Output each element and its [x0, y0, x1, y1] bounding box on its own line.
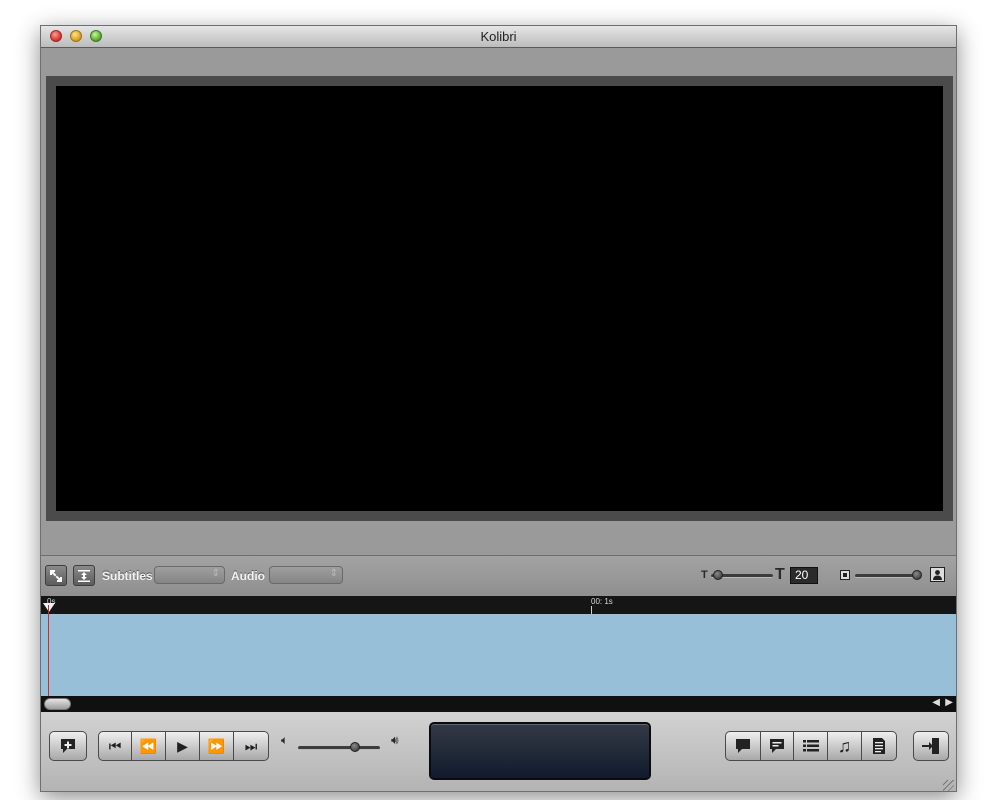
document-icon	[873, 738, 885, 754]
play-icon: ▶	[177, 738, 188, 754]
app-window: Kolibri Subtitles Audio T T 20	[40, 25, 957, 792]
font-size-field[interactable]: 20	[790, 567, 818, 584]
font-size-slider-knob[interactable]	[713, 570, 723, 580]
vertical-fit-icon	[78, 570, 90, 582]
font-small-icon: T	[701, 569, 708, 581]
fit-height-button[interactable]	[73, 565, 95, 586]
speech-bubble-button[interactable]	[725, 731, 761, 761]
audio-label: Audio	[231, 569, 265, 583]
font-large-icon: T	[775, 566, 785, 583]
play-button[interactable]: ▶	[165, 731, 200, 761]
export-button[interactable]	[913, 731, 949, 761]
playback-controls: ⏮ ⏪ ▶ ⏩ ⏭ 🔈︎ 🔊︎ ♫	[41, 712, 956, 791]
fullscreen-button[interactable]	[45, 565, 67, 586]
subtitles-select[interactable]	[154, 566, 225, 584]
timeline-marker-label: 00: 1s	[591, 597, 613, 606]
list-button[interactable]	[793, 731, 828, 761]
fast-forward-button[interactable]: ⏩	[199, 731, 234, 761]
document-button[interactable]	[861, 731, 897, 761]
zoom-slider-knob[interactable]	[912, 570, 922, 580]
playhead-handle[interactable]	[43, 603, 55, 612]
skip-forward-icon: ⏭	[244, 738, 258, 754]
skip-forward-button[interactable]: ⏭	[233, 731, 269, 761]
list-icon	[802, 740, 819, 752]
scroll-right-arrow-icon[interactable]: ▶	[945, 697, 953, 708]
audio-select[interactable]	[269, 566, 343, 584]
subtitles-label: Subtitles	[102, 569, 153, 583]
add-subtitle-button[interactable]	[49, 731, 87, 761]
title-bar[interactable]: Kolibri	[41, 26, 956, 48]
resize-grip[interactable]	[943, 780, 954, 791]
skip-back-icon: ⏮	[108, 738, 122, 754]
skip-back-button[interactable]: ⏮	[98, 731, 132, 761]
video-preview[interactable]	[56, 86, 943, 511]
timeline-tick	[591, 606, 592, 614]
fast-forward-icon: ⏩	[207, 738, 226, 754]
large-picture-icon	[930, 567, 945, 582]
volume-slider[interactable]	[298, 746, 380, 750]
playhead-line	[48, 605, 49, 696]
music-note-icon: ♫	[837, 736, 852, 756]
scroll-left-arrow-icon[interactable]: ◀	[932, 697, 940, 708]
rewind-icon: ⏪	[139, 738, 158, 754]
window-title: Kolibri	[480, 29, 517, 44]
speech-bubble-icon	[736, 739, 750, 753]
rewind-button[interactable]: ⏪	[131, 731, 166, 761]
subtitle-toolbar: Subtitles Audio T T 20	[41, 555, 956, 596]
timeline-scroll-thumb[interactable]	[44, 698, 71, 710]
music-button[interactable]: ♫	[827, 731, 862, 761]
volume-slider-knob[interactable]	[350, 742, 360, 752]
small-picture-icon	[840, 570, 850, 580]
video-frame	[46, 76, 953, 521]
expand-icon	[50, 570, 62, 582]
timeline-scrollbar[interactable]: ◀ ▶	[41, 696, 956, 712]
add-subtitle-icon	[61, 739, 75, 753]
subtitle-track[interactable]	[41, 614, 956, 696]
timeline-ruler[interactable]: 0s 00: 1s	[41, 596, 956, 614]
export-icon	[922, 738, 939, 754]
volume-low-icon: 🔈︎	[281, 733, 289, 747]
caption-bubble-icon	[770, 739, 784, 753]
timecode-display	[429, 722, 651, 780]
volume-high-icon: 🔊︎	[391, 733, 399, 747]
caption-bubble-button[interactable]	[760, 731, 794, 761]
